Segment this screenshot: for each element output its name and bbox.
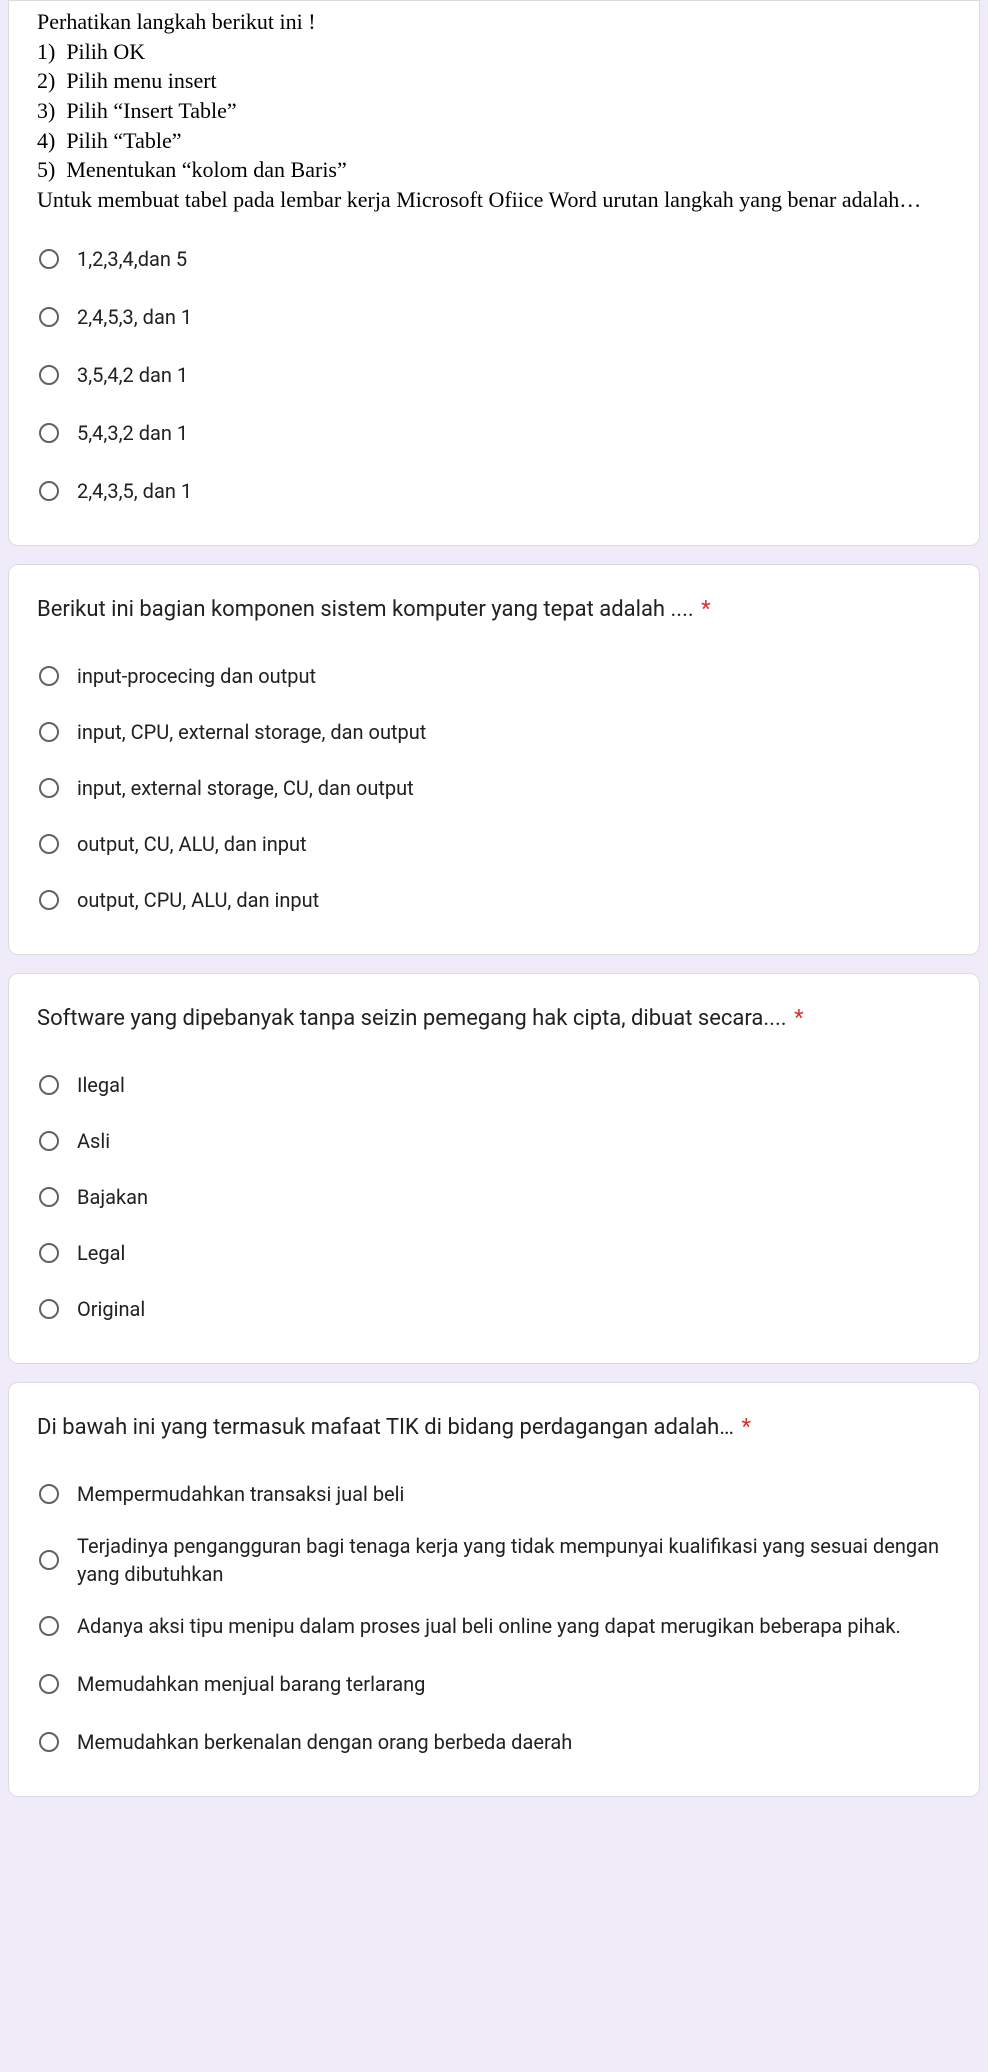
title-text: Berikut ini bagian komponen sistem kompu…: [37, 597, 694, 622]
radio-icon: [37, 247, 61, 271]
radio-option[interactable]: input, external storage, CU, dan output: [37, 764, 951, 812]
stem-line: 3) Pilih “Insert Table”: [37, 96, 951, 126]
option-label: output, CPU, ALU, dan input: [77, 886, 319, 914]
radio-icon: [37, 1614, 61, 1638]
radio-option[interactable]: output, CPU, ALU, dan input: [37, 876, 951, 924]
radio-icon: [37, 363, 61, 387]
radio-icon: [37, 1185, 61, 1209]
option-label: 2,4,5,3, dan 1: [77, 303, 192, 331]
radio-icon: [37, 305, 61, 329]
radio-option[interactable]: Adanya aksi tipu menipu dalam proses jua…: [37, 1602, 951, 1650]
option-label: Adanya aksi tipu menipu dalam proses jua…: [77, 1612, 901, 1640]
option-label: input, CPU, external storage, dan output: [77, 718, 426, 746]
stem-line: 5) Menentukan “kolom dan Baris”: [37, 155, 951, 185]
option-label: 2,4,3,5, dan 1: [77, 477, 192, 505]
radio-option[interactable]: output, CU, ALU, dan input: [37, 820, 951, 868]
question-title: Berikut ini bagian komponen sistem kompu…: [37, 593, 951, 626]
option-label: Asli: [77, 1127, 110, 1155]
radio-icon: [37, 1548, 61, 1572]
radio-icon: [37, 1482, 61, 1506]
option-label: Legal: [77, 1239, 125, 1267]
option-label: Memudahkan berkenalan dengan orang berbe…: [77, 1728, 572, 1756]
stem-line: 1) Pilih OK: [37, 37, 951, 67]
options-group: Ilegal Asli Bajakan Legal Original: [37, 1061, 951, 1333]
radio-option[interactable]: 1,2,3,4,dan 5: [37, 235, 951, 283]
question-title: Software yang dipebanyak tanpa seizin pe…: [37, 1002, 951, 1035]
radio-option[interactable]: 3,5,4,2 dan 1: [37, 351, 951, 399]
question-stem: Perhatikan langkah berikut ini ! 1) Pili…: [37, 7, 951, 215]
radio-option[interactable]: Bajakan: [37, 1173, 951, 1221]
stem-line: Untuk membuat tabel pada lembar kerja Mi…: [37, 185, 951, 215]
option-label: 3,5,4,2 dan 1: [77, 361, 188, 389]
radio-option[interactable]: 2,4,5,3, dan 1: [37, 293, 951, 341]
question-card-3: Software yang dipebanyak tanpa seizin pe…: [8, 973, 980, 1364]
option-label: input, external storage, CU, dan output: [77, 774, 414, 802]
radio-option[interactable]: Ilegal: [37, 1061, 951, 1109]
option-label: Bajakan: [77, 1183, 148, 1211]
option-label: 1,2,3,4,dan 5: [77, 245, 187, 273]
option-label: Ilegal: [77, 1071, 125, 1099]
question-card-2: Berikut ini bagian komponen sistem kompu…: [8, 564, 980, 955]
option-label: Mempermudahkan transaksi jual beli: [77, 1480, 404, 1508]
radio-option[interactable]: Memudahkan menjual barang terlarang: [37, 1660, 951, 1708]
stem-line: 2) Pilih menu insert: [37, 66, 951, 96]
title-text: Software yang dipebanyak tanpa seizin pe…: [37, 1006, 787, 1031]
question-card-1: Perhatikan langkah berikut ini ! 1) Pili…: [8, 0, 980, 546]
option-label: Memudahkan menjual barang terlarang: [77, 1670, 425, 1698]
option-label: output, CU, ALU, dan input: [77, 830, 307, 858]
stem-line: Perhatikan langkah berikut ini !: [37, 7, 951, 37]
option-label: Terjadinya pengangguran bagi tenaga kerj…: [77, 1532, 951, 1588]
radio-icon: [37, 888, 61, 912]
radio-icon: [37, 1129, 61, 1153]
radio-icon: [37, 832, 61, 856]
options-group: input-procecing dan output input, CPU, e…: [37, 652, 951, 924]
radio-icon: [37, 1241, 61, 1265]
question-title: Di bawah ini yang termasuk mafaat TIK di…: [37, 1411, 951, 1444]
radio-option[interactable]: Legal: [37, 1229, 951, 1277]
option-label: 5,4,3,2 dan 1: [77, 419, 188, 447]
options-group: 1,2,3,4,dan 5 2,4,5,3, dan 1 3,5,4,2 dan…: [37, 235, 951, 515]
radio-icon: [37, 776, 61, 800]
required-marker: *: [741, 1415, 750, 1440]
radio-option[interactable]: input-procecing dan output: [37, 652, 951, 700]
radio-icon: [37, 1730, 61, 1754]
options-group: Mempermudahkan transaksi jual beli Terja…: [37, 1470, 951, 1766]
radio-icon: [37, 664, 61, 688]
option-label: input-procecing dan output: [77, 662, 316, 690]
radio-icon: [37, 479, 61, 503]
radio-option[interactable]: Terjadinya pengangguran bagi tenaga kerj…: [37, 1528, 951, 1592]
title-text: Di bawah ini yang termasuk mafaat TIK di…: [37, 1415, 734, 1440]
radio-option[interactable]: Memudahkan berkenalan dengan orang berbe…: [37, 1718, 951, 1766]
radio-icon: [37, 1672, 61, 1696]
stem-line: 4) Pilih “Table”: [37, 126, 951, 156]
radio-icon: [37, 1297, 61, 1321]
radio-icon: [37, 421, 61, 445]
radio-option[interactable]: 5,4,3,2 dan 1: [37, 409, 951, 457]
required-marker: *: [794, 1006, 803, 1031]
option-label: Original: [77, 1295, 145, 1323]
radio-option[interactable]: Mempermudahkan transaksi jual beli: [37, 1470, 951, 1518]
question-card-4: Di bawah ini yang termasuk mafaat TIK di…: [8, 1382, 980, 1797]
radio-icon: [37, 1073, 61, 1097]
radio-option[interactable]: 2,4,3,5, dan 1: [37, 467, 951, 515]
radio-option[interactable]: Asli: [37, 1117, 951, 1165]
radio-icon: [37, 720, 61, 744]
required-marker: *: [701, 597, 710, 622]
radio-option[interactable]: Original: [37, 1285, 951, 1333]
radio-option[interactable]: input, CPU, external storage, dan output: [37, 708, 951, 756]
